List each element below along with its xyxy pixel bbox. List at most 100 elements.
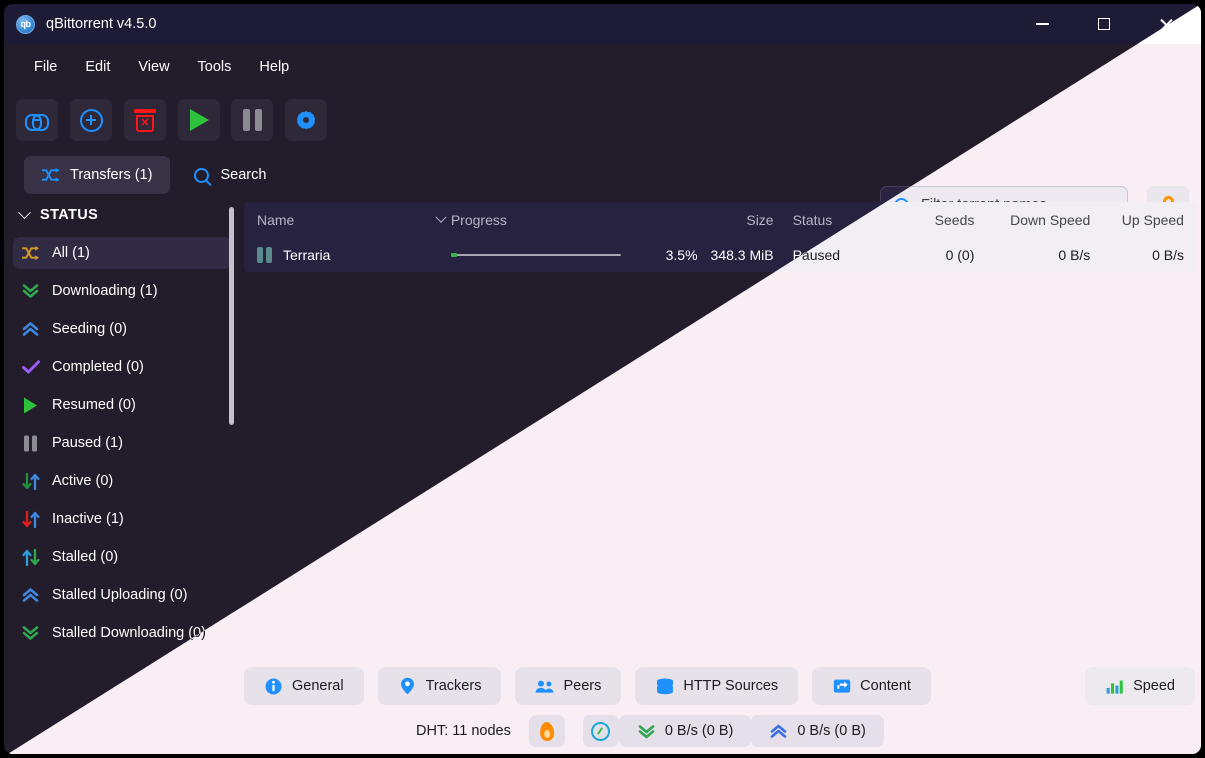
pause-torrent-button[interactable] [231, 99, 273, 141]
shuffle-icon [21, 244, 40, 263]
sidebar-item-inactive-1[interactable]: Inactive (1) [13, 503, 231, 535]
sidebar-header-label: STATUS [40, 207, 99, 223]
sidebar-item-active-0[interactable]: Active (0) [13, 465, 231, 497]
maximize-icon [1098, 18, 1110, 30]
sidebar-header[interactable]: STATUS [4, 199, 240, 231]
details-tab-trackers[interactable]: Trackers [377, 667, 502, 705]
alt-speed-toggle-button[interactable] [528, 715, 565, 747]
up-down-arrows-icon [21, 548, 40, 567]
column-header-progress[interactable]: Progress [451, 212, 646, 228]
sidebar-item-label: Stalled Downloading (0) [52, 625, 206, 641]
qbittorrent-window: qb qBittorrent v4.5.0 File Edit View Too… [4, 4, 1201, 754]
folder-icon [832, 677, 851, 696]
details-tab-label: Peers [563, 678, 602, 694]
details-tab-label: Speed [1133, 678, 1175, 694]
double-chevron-down-icon [637, 722, 656, 741]
plus-circle-icon [79, 108, 103, 132]
info-icon [264, 677, 283, 696]
trash-icon: ✕ [134, 108, 156, 132]
details-tab-http-sources[interactable]: HTTP Sources [635, 667, 799, 705]
menu-tools[interactable]: Tools [184, 54, 246, 80]
sidebar-item-all-1[interactable]: All (1) [13, 237, 231, 269]
sidebar-scrollbar[interactable] [229, 207, 234, 425]
speedometer-icon [591, 721, 611, 741]
double-chevron-down-icon [21, 282, 40, 301]
app-logo-icon: qb [16, 14, 35, 34]
people-icon [535, 677, 554, 696]
sidebar-item-completed-0[interactable]: Completed (0) [13, 351, 231, 383]
menu-view[interactable]: View [124, 54, 183, 80]
sidebar-item-label: Downloading (1) [52, 283, 158, 299]
column-header-down-speed[interactable]: Down Speed [974, 212, 1090, 228]
sidebar-list: All (1) Downloading (1) Seeding (0) Complet… [4, 237, 240, 649]
torrent-name: Terraria [283, 246, 331, 263]
sidebar-item-label: Completed (0) [52, 359, 144, 375]
progress-bar [450, 252, 621, 257]
double-chevron-down-icon [21, 624, 40, 643]
menu-help[interactable]: Help [245, 54, 303, 80]
minimize-button[interactable] [1019, 4, 1065, 44]
tab-search-label: Search [220, 167, 267, 183]
menu-file[interactable]: File [20, 54, 71, 80]
column-header-size[interactable]: Size [698, 212, 778, 228]
search-icon [194, 167, 210, 183]
tab-transfers-label: Transfers (1) [70, 167, 153, 183]
sidebar-item-downloading-1[interactable]: Downloading (1) [13, 275, 231, 307]
add-torrent-file-button[interactable] [70, 99, 112, 141]
down-up-arrows-icon [21, 472, 40, 491]
play-icon [21, 396, 40, 415]
pause-icon [257, 246, 272, 263]
upload-speed-text: 0 B/s (0 B) [797, 723, 866, 739]
sidebar-item-label: Stalled (0) [52, 549, 119, 565]
sidebar-item-stalled-uploading-0[interactable]: Stalled Uploading (0) [13, 579, 231, 611]
delete-torrent-button[interactable]: ✕ [124, 99, 166, 141]
progress-percent: 3.5% [665, 246, 698, 263]
sidebar-item-paused-1[interactable]: Paused (1) [13, 427, 231, 459]
sidebar-item-label: Active (0) [52, 473, 114, 489]
double-chevron-up-icon [21, 586, 40, 605]
pin-icon [398, 677, 417, 696]
play-icon [189, 109, 209, 131]
sidebar-item-label: Stalled Uploading (0) [52, 587, 188, 603]
cell-down-speed: 0 B/s [1058, 246, 1091, 263]
tab-search[interactable]: Search [176, 156, 284, 194]
link-icon [25, 113, 49, 131]
menu-bar: File Edit View Tools Help [4, 44, 1201, 89]
double-chevron-up-icon [769, 722, 788, 741]
speed-limit-button[interactable] [582, 715, 619, 747]
bar-chart-icon [1105, 677, 1124, 696]
sidebar-item-stalled-0[interactable]: Stalled (0) [13, 541, 231, 573]
upload-speed-status[interactable]: 0 B/s (0 B) [751, 715, 884, 747]
cell-progress [450, 252, 646, 257]
cell-up-speed: 0 B/s [1152, 246, 1184, 263]
details-tab-label: Trackers [425, 678, 482, 694]
column-header-seeds[interactable]: Seeds [876, 212, 975, 228]
maximize-button[interactable] [1081, 4, 1127, 44]
flame-icon [539, 721, 555, 741]
add-torrent-link-button[interactable] [16, 99, 58, 141]
sort-indicator [430, 211, 450, 224]
column-header-up-speed[interactable]: Up Speed [1090, 212, 1196, 228]
column-header-name[interactable]: Name [244, 212, 430, 228]
download-speed-text: 0 B/s (0 B) [664, 723, 734, 739]
check-icon [21, 358, 40, 377]
resume-torrent-button[interactable] [178, 99, 220, 141]
details-tab-content[interactable]: Content [812, 667, 931, 705]
cell-size: 348.3 MiB [710, 246, 774, 263]
details-tab-peers[interactable]: Peers [515, 667, 622, 705]
sidebar-item-label: All (1) [52, 245, 90, 261]
sidebar-item-label: Resumed (0) [52, 397, 136, 413]
details-tab-speed[interactable]: Speed [1085, 667, 1195, 705]
details-tab-label: General [292, 678, 344, 694]
status-bar: DHT: 11 nodes 0 B/s (0 B) 0 B/s (0 B) [8, 708, 1201, 754]
details-tab-general[interactable]: General [244, 667, 364, 705]
dht-status: DHT: 11 nodes [416, 723, 511, 739]
sidebar-item-resumed-0[interactable]: Resumed (0) [13, 389, 231, 421]
sidebar-item-seeding-0[interactable]: Seeding (0) [13, 313, 231, 345]
menu-edit[interactable]: Edit [71, 54, 124, 80]
download-speed-status[interactable]: 0 B/s (0 B) [618, 715, 752, 747]
preferences-button[interactable] [285, 99, 327, 141]
sidebar-item-label: Seeding (0) [52, 321, 127, 337]
tab-transfers[interactable]: Transfers (1) [24, 156, 171, 194]
gear-icon [295, 109, 318, 132]
